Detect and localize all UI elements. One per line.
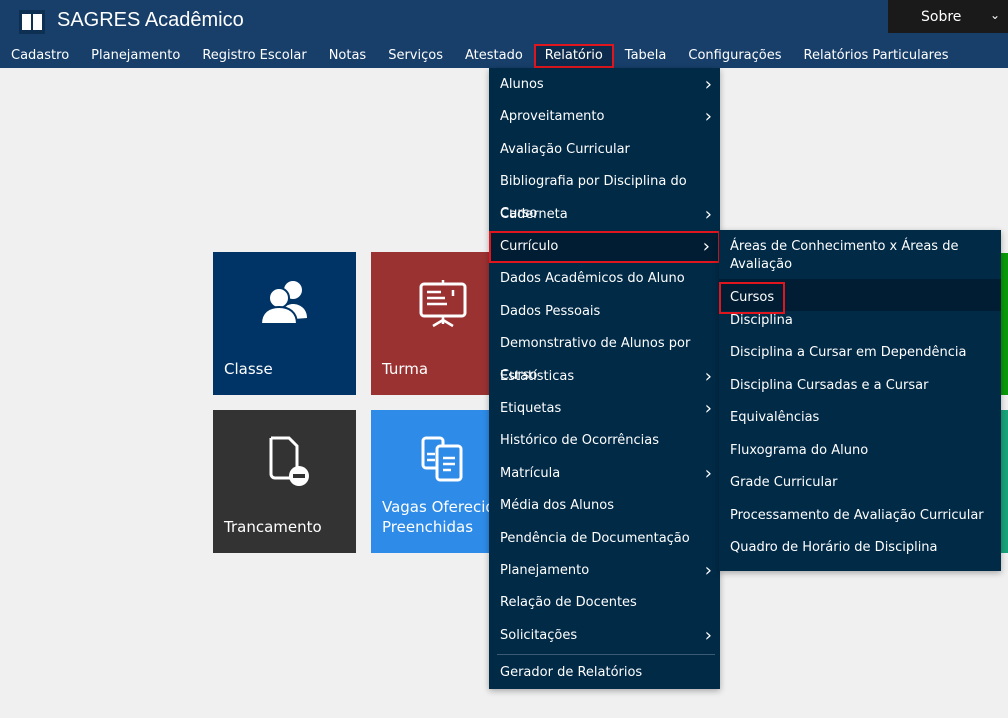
chevron-right-icon: ›	[705, 620, 712, 652]
menu-item-label: Dados Acadêmicos do Aluno	[500, 271, 685, 286]
submenu-item[interactable]: Disciplina Cursadas e a Cursar	[719, 377, 1001, 395]
menu-item[interactable]: Histórico de Ocorrências	[489, 425, 720, 457]
tile-label: Vagas Oferecid Preenchidas	[382, 497, 495, 537]
menu-item[interactable]: Etiquetas ›	[489, 393, 720, 425]
book-logo-icon	[19, 10, 45, 34]
submenu-item-label: Grade Curricular	[730, 475, 837, 490]
submenu-item[interactable]: Disciplina	[719, 312, 1001, 330]
tile-label: Trancamento	[224, 517, 322, 537]
sobre-label: Sobre	[921, 9, 961, 25]
menu-item-label: Matrícula	[500, 466, 560, 481]
menu-item[interactable]: Gerador de Relatórios	[489, 657, 720, 689]
menu-item-label: Solicitações	[500, 628, 577, 643]
submenu-item-label: Disciplina a Cursar em Dependência	[730, 345, 966, 360]
menu-item-label: Etiquetas	[500, 401, 561, 416]
menu-item[interactable]: Avaliação Curricular	[489, 134, 720, 166]
menu-item-label: Histórico de Ocorrências	[500, 433, 659, 448]
menu-item[interactable]: Matrícula ›	[489, 458, 720, 490]
tile-partial-teal[interactable]	[1001, 410, 1008, 553]
menu-item-label: Dados Pessoais	[500, 304, 600, 319]
main-nav: CadastroPlanejamentoRegistro EscolarNota…	[0, 44, 960, 68]
tile-trancamento[interactable]: Trancamento	[213, 410, 356, 553]
chevron-right-icon: ›	[705, 555, 712, 587]
nav-item-7[interactable]: Tabela	[614, 44, 678, 68]
submenu-item[interactable]: Fluxograma do Aluno	[719, 442, 1001, 460]
menu-item-label: Média dos Alunos	[500, 498, 614, 513]
menu-item-label: Planejamento	[500, 563, 589, 578]
submenu-item-label: Cursos	[719, 282, 785, 314]
submenu-item[interactable]: Equivalências	[719, 409, 1001, 427]
presentation-board-icon	[413, 274, 473, 334]
chevron-down-icon: ⌄	[990, 8, 1000, 22]
menu-item[interactable]: Demonstrativo de Alunos por Curso	[489, 328, 720, 360]
menu-item[interactable]: Planejamento ›	[489, 555, 720, 587]
nav-item-5[interactable]: Atestado	[454, 44, 534, 68]
chevron-right-icon: ›	[705, 393, 712, 425]
documents-icon	[413, 432, 473, 492]
menu-item[interactable]: Média dos Alunos	[489, 490, 720, 522]
menu-item-label: Aproveitamento	[500, 109, 604, 124]
menu-item[interactable]: Dados Pessoais	[489, 296, 720, 328]
sobre-dropdown[interactable]: Sobre ⌄	[888, 0, 1008, 33]
menu-item-label: Estatísticas	[500, 369, 574, 384]
menu-item-label: Relação de Docentes	[500, 595, 637, 610]
menu-divider	[497, 654, 715, 655]
menu-item[interactable]: Caderneta ›	[489, 199, 720, 231]
submenu-item[interactable]: Processamento de Avaliação Curricular	[719, 507, 1001, 525]
tile-label: Classe	[224, 359, 273, 379]
submenu-item[interactable]: Cursos	[719, 279, 1001, 311]
submenu-item[interactable]: Grade Curricular	[719, 474, 1001, 492]
menu-item-label: Alunos	[500, 77, 544, 92]
menu-item-label: Gerador de Relatórios	[500, 665, 642, 680]
relatorio-dropdown-menu: Alunos › Aproveitamento › Avaliação Curricul…	[489, 68, 720, 689]
submenu-item-label: Disciplina Cursadas e a Cursar	[730, 378, 928, 393]
chevron-right-icon: ›	[705, 361, 712, 393]
users-icon	[255, 274, 315, 334]
tile-label: Turma	[382, 359, 428, 379]
menu-item[interactable]: Alunos ›	[489, 69, 720, 101]
curriculo-submenu: Áreas de Conhecimento x Áreas de Avaliaç…	[719, 230, 1001, 571]
submenu-item-label: Quadro de Horário de Disciplina	[730, 540, 938, 555]
menu-item[interactable]: Aproveitamento ›	[489, 101, 720, 133]
chevron-right-icon: ›	[705, 101, 712, 133]
nav-item-3[interactable]: Notas	[318, 44, 378, 68]
menu-item[interactable]: Dados Acadêmicos do Aluno	[489, 263, 720, 295]
submenu-item-label: Fluxograma do Aluno	[730, 443, 868, 458]
chevron-right-icon: ›	[705, 199, 712, 231]
submenu-item-label: Equivalências	[730, 410, 819, 425]
tile-label-line1: Vagas Oferecid	[382, 498, 495, 516]
submenu-item-label: Áreas de Conhecimento x Áreas de Avaliaç…	[730, 239, 958, 272]
menu-item[interactable]: Currículo ›	[489, 231, 720, 263]
submenu-item-label: Processamento de Avaliação Curricular	[730, 508, 984, 523]
menu-item[interactable]: Relação de Docentes	[489, 587, 720, 619]
submenu-item[interactable]: Disciplina a Cursar em Dependência	[719, 344, 1001, 362]
nav-item-9[interactable]: Relatórios Particulares	[793, 44, 960, 68]
nav-item-8[interactable]: Configurações	[677, 44, 792, 68]
file-remove-icon	[255, 432, 315, 492]
tile-partial-green[interactable]	[1001, 253, 1008, 395]
menu-item-label: Caderneta	[500, 207, 568, 222]
tile-label-line2: Preenchidas	[382, 518, 473, 536]
nav-item-1[interactable]: Planejamento	[80, 44, 191, 68]
menu-item[interactable]: Bibliografia por Disciplina do Curso	[489, 166, 720, 198]
menu-item[interactable]: Solicitações ›	[489, 620, 720, 652]
nav-item-2[interactable]: Registro Escolar	[191, 44, 317, 68]
menu-item[interactable]: Estatísticas ›	[489, 361, 720, 393]
tile-classe[interactable]: Classe	[213, 252, 356, 395]
menu-item-label: Avaliação Curricular	[500, 142, 630, 157]
chevron-right-icon: ›	[703, 233, 710, 261]
submenu-item[interactable]: Quadro de Horário de Disciplina	[719, 539, 1001, 557]
chevron-right-icon: ›	[705, 69, 712, 101]
submenu-item-label: Disciplina	[730, 313, 793, 328]
nav-item-4[interactable]: Serviços	[377, 44, 454, 68]
submenu-item[interactable]: Áreas de Conhecimento x Áreas de Avaliaç…	[719, 238, 969, 274]
menu-item-label: Pendência de Documentação	[500, 531, 690, 546]
menu-item[interactable]: Pendência de Documentação	[489, 523, 720, 555]
chevron-right-icon: ›	[705, 458, 712, 490]
nav-item-6[interactable]: Relatório	[534, 44, 614, 68]
app-title: SAGRES Acadêmico	[57, 9, 244, 32]
nav-item-0[interactable]: Cadastro	[0, 44, 80, 68]
header: SAGRES Acadêmico Sobre ⌄ CadastroPlanejam…	[0, 0, 1008, 68]
menu-item-label: Currículo	[500, 239, 558, 254]
